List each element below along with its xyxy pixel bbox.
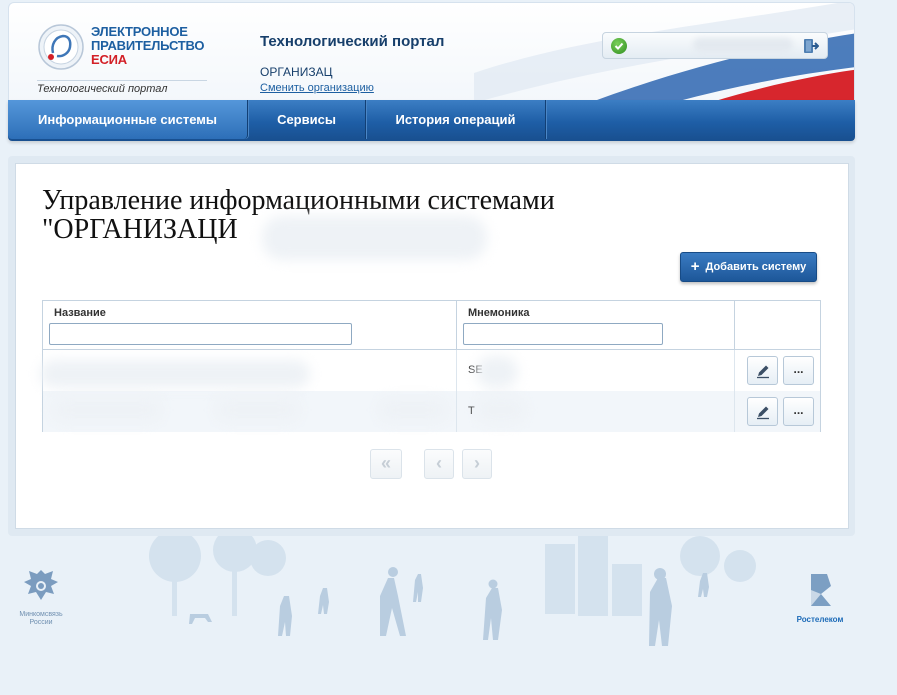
redacted-area bbox=[476, 356, 518, 388]
logo-line-1: ЭЛЕКТРОННОЕ bbox=[91, 24, 188, 39]
column-mnemonic-label: Мнемоника bbox=[468, 307, 530, 319]
pencil-icon bbox=[756, 365, 769, 379]
column-mnemonic: Мнемоника bbox=[457, 301, 735, 350]
logout-icon[interactable] bbox=[803, 38, 819, 54]
redacted-area bbox=[378, 398, 448, 422]
rostelecom-icon bbox=[811, 574, 831, 606]
footer-city-illustration bbox=[149, 536, 756, 646]
check-icon bbox=[611, 38, 627, 54]
esia-logo-icon bbox=[38, 24, 84, 70]
rostelecom-logo: Ростелеком bbox=[790, 572, 850, 624]
rostelecom-text: Ростелеком bbox=[796, 615, 844, 624]
redacted-area bbox=[40, 360, 310, 388]
row-mnemonic: T bbox=[468, 405, 475, 417]
nav-item-information-systems[interactable]: Информационные системы bbox=[8, 100, 248, 139]
table-header: Название Мнемоника bbox=[43, 301, 820, 350]
mincomsvyaz-text-line-1: Минкомсвязь bbox=[19, 611, 63, 618]
nav-item-services[interactable]: Сервисы bbox=[248, 100, 366, 139]
change-organization-link[interactable]: Сменить организацию bbox=[260, 82, 374, 94]
column-name-label: Название bbox=[54, 307, 106, 319]
column-name: Название bbox=[43, 301, 457, 350]
logo-line-3: ЕСИА bbox=[91, 52, 127, 67]
plus-icon: + bbox=[690, 258, 700, 275]
more-button[interactable]: ... bbox=[783, 356, 814, 385]
prev-page-button[interactable]: ‹ bbox=[424, 449, 454, 479]
logo-tagline: Технологический портал bbox=[37, 80, 207, 95]
redacted-area bbox=[215, 398, 300, 422]
add-system-button-label: Добавить систему bbox=[705, 261, 807, 273]
more-button[interactable]: ... bbox=[783, 397, 814, 426]
organization-name: ОРГАНИЗАЦ bbox=[260, 65, 333, 79]
redacted-area bbox=[52, 398, 162, 422]
coat-of-arms-icon bbox=[24, 570, 58, 600]
column-actions bbox=[735, 301, 820, 350]
pencil-icon bbox=[756, 406, 769, 420]
mnemonic-filter-input[interactable] bbox=[463, 323, 663, 345]
redacted-area bbox=[262, 216, 487, 260]
page-title-line-1: Управление информационными системами bbox=[42, 185, 555, 216]
edit-button[interactable] bbox=[747, 356, 778, 385]
logo-text: ЭЛЕКТРОННОЕ ПРАВИТЕЛЬСТВО ЕСИА bbox=[91, 24, 205, 67]
next-page-button[interactable]: › bbox=[462, 449, 492, 479]
redacted-area bbox=[476, 396, 526, 424]
logo-line-2: ПРАВИТЕЛЬСТВО bbox=[91, 38, 205, 53]
portal-title: Технологический портал bbox=[260, 33, 445, 50]
mincomsvyaz-logo: Минкомсвязь России bbox=[18, 566, 64, 627]
edit-button[interactable] bbox=[747, 397, 778, 426]
site-header: ЭЛЕКТРОННОЕ ПРАВИТЕЛЬСТВО ЕСИА Технологи… bbox=[8, 2, 855, 102]
add-system-button[interactable]: + Добавить систему bbox=[680, 252, 817, 282]
nav-item-operations-history[interactable]: История операций bbox=[366, 100, 546, 139]
user-panel[interactable] bbox=[602, 32, 828, 59]
name-filter-input[interactable] bbox=[49, 323, 352, 345]
user-name-redacted bbox=[693, 38, 793, 52]
first-page-button[interactable]: « bbox=[370, 449, 402, 479]
mincomsvyaz-text-line-2: России bbox=[29, 619, 53, 626]
main-navigation: Информационные системы Сервисы История о… bbox=[8, 100, 855, 141]
